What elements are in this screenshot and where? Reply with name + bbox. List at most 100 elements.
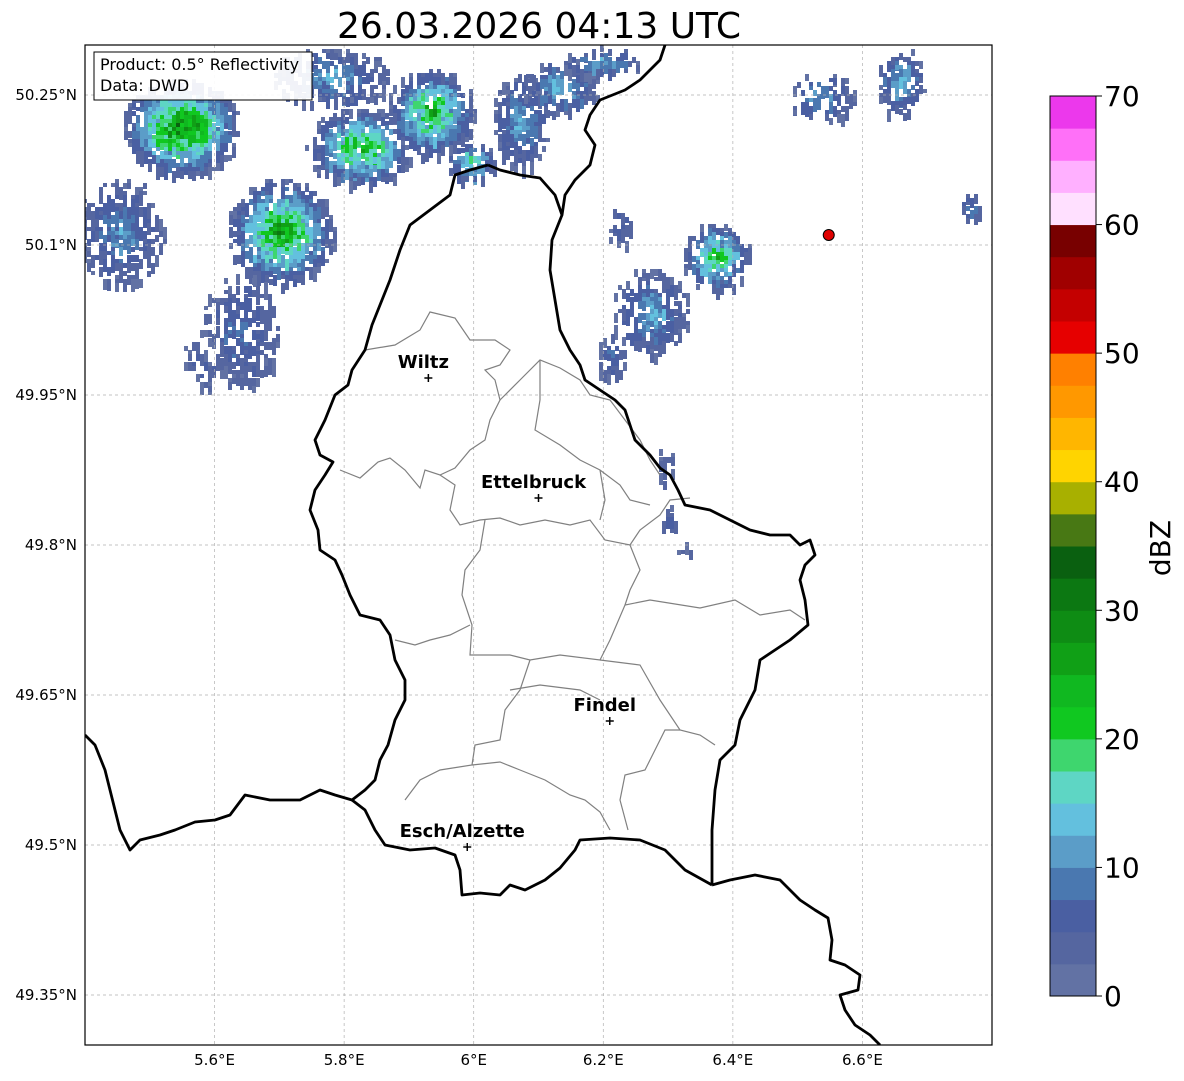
reflectivity-pixel (350, 97, 354, 103)
reflectivity-pixel (405, 165, 409, 172)
reflectivity-pixel (264, 322, 268, 331)
reflectivity-pixel (257, 263, 261, 267)
reflectivity-pixel (285, 179, 289, 185)
reflectivity-pixel (236, 342, 240, 346)
reflectivity-pixel (899, 109, 903, 115)
reflectivity-pixel (915, 77, 919, 81)
reflectivity-pixel (132, 103, 136, 108)
reflectivity-pixel (155, 255, 159, 267)
reflectivity-pixel (417, 149, 421, 155)
reflectivity-pixel (329, 223, 333, 232)
reflectivity-pixel (616, 61, 620, 73)
radar-site-marker (822, 229, 835, 241)
reflectivity-pixel (139, 279, 143, 288)
reflectivity-pixel (413, 109, 417, 113)
reflectivity-pixel (200, 159, 204, 171)
reflectivity-pixel (494, 102, 498, 107)
reflectivity-pixel (498, 142, 502, 148)
reflectivity-pixel (212, 167, 216, 171)
reflectivity-pixel (895, 65, 899, 70)
reflectivity-pixel (837, 114, 841, 123)
reflectivity-pixel (809, 114, 813, 120)
reflectivity-pixel (361, 129, 365, 133)
reflectivity-pixel (636, 65, 640, 72)
reflectivity-pixel (314, 69, 318, 76)
reflectivity-pixel (659, 449, 663, 456)
reflectivity-pixel (903, 113, 907, 121)
reflectivity-pixel (670, 333, 674, 341)
reflectivity-pixel (305, 203, 309, 207)
reflectivity-pixel (281, 203, 285, 207)
reflectivity-pixel (257, 275, 261, 286)
reflectivity-pixel (548, 95, 552, 104)
reflectivity-pixel (317, 267, 321, 273)
reflectivity-pixel (333, 121, 337, 127)
reflectivity-pixel (87, 203, 91, 207)
reflectivity-pixel (252, 334, 256, 340)
reflectivity-pixel (378, 93, 382, 98)
reflectivity-pixel (576, 65, 580, 73)
reflectivity-pixel (204, 143, 208, 147)
reflectivity-pixel (619, 350, 623, 360)
reflectivity-pixel (666, 517, 670, 529)
reflectivity-pixel (99, 195, 103, 204)
reflectivity-pixel (184, 103, 188, 107)
reflectivity-pixel (429, 145, 433, 158)
reflectivity-pixel (269, 179, 273, 183)
reflectivity-pixel (552, 99, 556, 106)
reflectivity-pixel (576, 75, 580, 84)
reflectivity-pixel (361, 153, 365, 159)
reflectivity-pixel (256, 346, 260, 351)
reflectivity-pixel (393, 145, 397, 149)
reflectivity-pixel (405, 125, 409, 136)
city-label: Esch/Alzette (400, 821, 525, 842)
reflectivity-pixel (465, 156, 469, 167)
reflectivity-pixel (510, 150, 514, 156)
reflectivity-pixel (666, 305, 670, 309)
colorbar-segment (1050, 899, 1096, 933)
reflectivity-pixel (405, 85, 409, 94)
reflectivity-pixel (506, 98, 510, 102)
reflectivity-pixel (253, 255, 257, 264)
reflectivity-pixel (457, 101, 461, 114)
reflectivity-pixel (261, 191, 265, 196)
reflectivity-pixel (797, 82, 801, 88)
reflectivity-pixel (257, 227, 261, 231)
reflectivity-pixel (232, 378, 236, 384)
reflectivity-pixel (252, 366, 256, 377)
reflectivity-pixel (421, 141, 425, 147)
reflectivity-pixel (135, 255, 139, 262)
reflectivity-pixel (144, 155, 148, 164)
reflectivity-pixel (393, 89, 397, 93)
reflectivity-pixel (143, 207, 147, 216)
reflectivity-pixel (144, 123, 148, 135)
x-tick-label: 5.6°E (194, 1051, 235, 1069)
reflectivity-pixel (568, 87, 572, 92)
reflectivity-pixel (245, 251, 249, 259)
reflectivity-pixel (625, 233, 629, 237)
reflectivity-pixel (609, 229, 613, 233)
reflectivity-pixel (261, 275, 265, 283)
colorbar-segment (1050, 610, 1096, 643)
reflectivity-pixel (618, 309, 622, 313)
reflectivity-pixel (401, 101, 405, 105)
reflectivity-pixel (208, 127, 212, 131)
reflectivity-pixel (712, 284, 716, 294)
reflectivity-pixel (373, 177, 377, 187)
reflectivity-pixel (365, 165, 369, 169)
reflectivity-pixel (248, 382, 252, 390)
reflectivity-pixel (588, 73, 592, 84)
reflectivity-pixel (613, 209, 617, 219)
reflectivity-pixel (449, 129, 453, 142)
reflectivity-pixel (686, 325, 690, 333)
reflectivity-pixel (132, 143, 136, 154)
reflectivity-pixel (369, 125, 373, 134)
reflectivity-pixel (310, 101, 314, 111)
x-tick-label: 6.4°E (712, 1051, 753, 1069)
reflectivity-pixel (249, 259, 253, 263)
reflectivity-pixel (720, 280, 724, 284)
reflectivity-pixel (330, 89, 334, 99)
reflectivity-pixel (200, 334, 204, 338)
reflectivity-pixel (338, 77, 342, 87)
reflectivity-pixel (845, 110, 849, 121)
